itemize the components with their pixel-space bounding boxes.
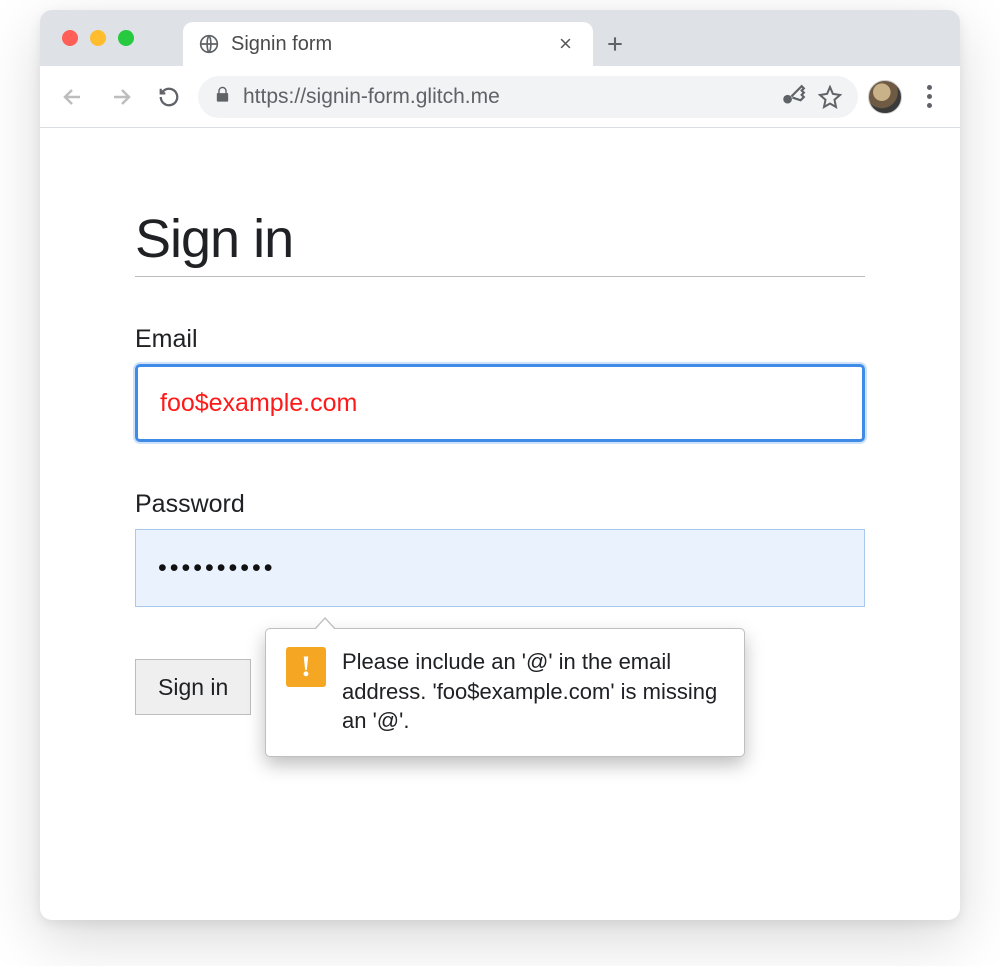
password-label: Password: [135, 490, 865, 519]
address-bar[interactable]: https://signin-form.glitch.me: [198, 76, 858, 118]
window-controls: [62, 30, 134, 46]
toolbar: https://signin-form.glitch.me: [40, 66, 960, 128]
password-input[interactable]: [135, 529, 865, 607]
validation-tooltip: ! Please include an '@' in the email add…: [265, 628, 745, 757]
zoom-window-button[interactable]: [118, 30, 134, 46]
reload-button[interactable]: [150, 78, 188, 116]
validation-message: Please include an '@' in the email addre…: [342, 647, 724, 736]
forward-button[interactable]: [102, 78, 140, 116]
browser-tab[interactable]: Signin form: [183, 22, 593, 66]
back-button[interactable]: [54, 78, 92, 116]
lock-icon: [214, 85, 231, 109]
globe-icon: [199, 34, 219, 54]
close-tab-button[interactable]: [552, 31, 579, 57]
browser-menu-button[interactable]: [912, 80, 946, 114]
warning-icon: !: [286, 647, 326, 687]
minimize-window-button[interactable]: [90, 30, 106, 46]
email-label: Email: [135, 325, 865, 354]
url-text: https://signin-form.glitch.me: [243, 85, 768, 109]
close-window-button[interactable]: [62, 30, 78, 46]
tab-title: Signin form: [231, 33, 540, 56]
email-input[interactable]: [135, 364, 865, 442]
tab-bar: Signin form: [40, 10, 960, 66]
browser-window: Signin form https://signin-form.glitch.m…: [40, 10, 960, 920]
star-icon[interactable]: [818, 85, 842, 109]
key-icon[interactable]: [780, 84, 806, 110]
profile-avatar[interactable]: [868, 80, 902, 114]
page-content: Sign in Email Password Sign in ! Please …: [40, 128, 960, 755]
new-tab-button[interactable]: [593, 22, 637, 66]
signin-button[interactable]: Sign in: [135, 659, 251, 715]
page-title: Sign in: [135, 208, 865, 277]
